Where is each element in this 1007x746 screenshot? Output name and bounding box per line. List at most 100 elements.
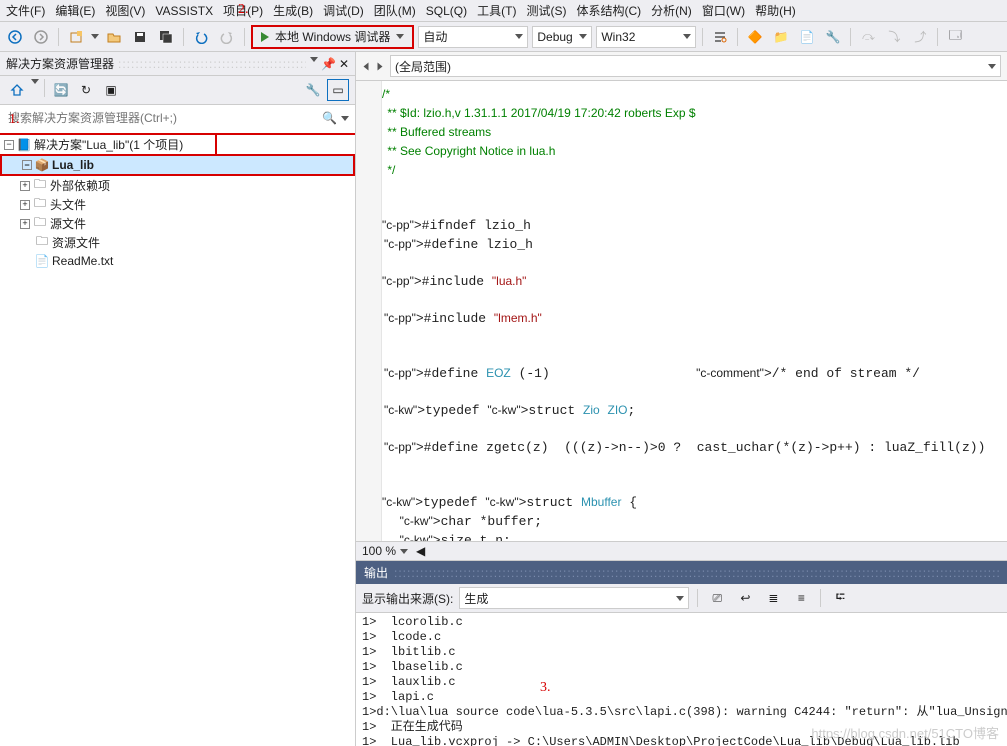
menu-team[interactable]: 团队(M) xyxy=(374,2,416,19)
toggle-wrap-button[interactable]: ↩ xyxy=(734,587,756,609)
debug-target-dropdown[interactable]: 本地 Windows 调试器 xyxy=(251,25,414,49)
expander-icon[interactable]: − xyxy=(22,160,32,170)
output-tool-4[interactable]: ≡ xyxy=(790,587,812,609)
folder-icon: 🗀 xyxy=(32,178,48,194)
folder-icon: 🗀 xyxy=(32,197,48,213)
find-button[interactable] xyxy=(709,26,731,48)
search-box[interactable]: 🔍 xyxy=(0,105,355,131)
toolbar-separator xyxy=(737,28,738,46)
save-all-button[interactable] xyxy=(155,26,177,48)
search-icon[interactable]: 🔍 xyxy=(322,111,337,125)
tree-headers[interactable]: + 🗀 头文件 xyxy=(0,195,355,214)
annotation-2: 2. xyxy=(238,2,249,18)
scope-dropdown[interactable]: (全局范围) xyxy=(390,55,1001,77)
menu-build[interactable]: 生成(B) xyxy=(273,2,313,19)
code-gutter xyxy=(356,81,382,541)
nav-back-button[interactable] xyxy=(4,26,26,48)
code-text[interactable]: -/* ** $Id: lzio.h,v 1.31.1.1 2017/04/19… xyxy=(384,85,1007,541)
toolbar-separator xyxy=(820,589,821,607)
menu-arch[interactable]: 体系结构(C) xyxy=(576,2,641,19)
clear-output-button[interactable]: ⎚ xyxy=(706,587,728,609)
caret-icon[interactable] xyxy=(341,116,349,121)
menu-file[interactable]: 文件(F) xyxy=(6,2,45,19)
menu-view[interactable]: 视图(V) xyxy=(105,2,145,19)
panel-menu-caret[interactable] xyxy=(310,57,318,62)
project-icon: 📦 xyxy=(34,157,50,173)
folder-icon: 🗀 xyxy=(32,216,48,232)
solution-tree[interactable]: − 📘 解决方案"Lua_lib"(1 个项目) − 📦 Lua_lib + 🗀… xyxy=(0,131,355,746)
menu-edit[interactable]: 编辑(E) xyxy=(55,2,95,19)
home-button[interactable] xyxy=(6,79,28,101)
output-tool-5[interactable]: ⮓ xyxy=(829,587,851,609)
expander-icon[interactable]: + xyxy=(20,181,30,191)
caret-icon[interactable] xyxy=(400,549,408,554)
step-into-button[interactable]: ⤵ xyxy=(883,26,905,48)
config-label: Debug xyxy=(537,30,572,44)
preview-button[interactable]: ▭ xyxy=(327,79,349,101)
nav-right-icon[interactable] xyxy=(378,62,383,70)
panel-grip: ::::::::::::::::::::::::::::::::::::::::… xyxy=(394,566,999,580)
output-titlebar[interactable]: 输出 :::::::::::::::::::::::::::::::::::::… xyxy=(356,561,1007,584)
menu-window[interactable]: 窗口(W) xyxy=(702,2,745,19)
menu-debug[interactable]: 调试(D) xyxy=(323,2,364,19)
output-text[interactable]: 1> lcorolib.c 1> lcode.c 1> lbitlib.c 1>… xyxy=(356,613,1007,746)
close-icon[interactable]: ✕ xyxy=(339,57,349,71)
nav-forward-button[interactable] xyxy=(30,26,52,48)
tree-sources[interactable]: + 🗀 源文件 xyxy=(0,214,355,233)
menu-tools[interactable]: 工具(T) xyxy=(477,2,516,19)
undo-button[interactable] xyxy=(190,26,212,48)
properties-button[interactable]: 🔧 xyxy=(302,79,324,101)
zoom-label[interactable]: 100 % xyxy=(362,544,396,558)
code-editor[interactable]: -/* ** $Id: lzio.h,v 1.31.1.1 2017/04/19… xyxy=(356,81,1007,541)
tree-resources[interactable]: 🗀 资源文件 xyxy=(0,233,355,252)
menu-test[interactable]: 测试(S) xyxy=(526,2,566,19)
open-file-button[interactable] xyxy=(103,26,125,48)
auto-dropdown[interactable]: 自动 xyxy=(418,26,528,48)
search-input[interactable] xyxy=(6,109,322,127)
output-tool-3[interactable]: ≣ xyxy=(762,587,784,609)
sync-button[interactable]: 🔄 xyxy=(50,79,72,101)
menu-vassistx[interactable]: VASSISTX xyxy=(155,4,213,18)
headers-label: 头文件 xyxy=(50,196,86,213)
panel-grip: ::::::::::::::::::::::::::::::::::::::::… xyxy=(118,57,306,71)
step-over-button[interactable]: ⤼ xyxy=(857,26,879,48)
toolbar-separator xyxy=(702,28,703,46)
menu-sql[interactable]: SQL(Q) xyxy=(426,4,467,18)
tree-readme[interactable]: 📄 ReadMe.txt xyxy=(0,252,355,270)
expander-icon[interactable]: + xyxy=(20,200,30,210)
solution-label: 解决方案"Lua_lib"(1 个项目) xyxy=(34,136,183,153)
caret-icon[interactable] xyxy=(91,34,99,39)
step-out-button[interactable]: ⤴ xyxy=(909,26,931,48)
new-project-button[interactable] xyxy=(65,26,87,48)
redo-button[interactable] xyxy=(216,26,238,48)
caret-icon[interactable] xyxy=(31,79,39,84)
show-all-button[interactable]: ▣ xyxy=(100,79,122,101)
refresh-button[interactable]: ↻ xyxy=(75,79,97,101)
tree-solution-node[interactable]: − 📘 解决方案"Lua_lib"(1 个项目) xyxy=(0,133,355,154)
tool-icon-2[interactable]: 📁 xyxy=(770,26,792,48)
nav-left-icon[interactable] xyxy=(364,62,369,70)
tree-ext-deps[interactable]: + 🗀 外部依赖项 xyxy=(0,176,355,195)
tool-icon-1[interactable]: 🔶 xyxy=(744,26,766,48)
expander-icon[interactable]: − xyxy=(4,140,14,150)
caret-icon xyxy=(676,596,684,601)
auto-label: 自动 xyxy=(423,28,447,45)
split-left-icon[interactable]: ◀ xyxy=(416,544,425,558)
output-source-dropdown[interactable]: 生成 xyxy=(459,587,689,609)
platform-dropdown[interactable]: Win32 xyxy=(596,26,696,48)
tool-icon-3[interactable]: 📄 xyxy=(796,26,818,48)
toolbar-separator xyxy=(58,28,59,46)
config-dropdown[interactable]: Debug xyxy=(532,26,592,48)
pin-icon[interactable]: 📌 xyxy=(321,57,336,71)
file-icon: 📄 xyxy=(34,253,50,269)
menu-help[interactable]: 帮助(H) xyxy=(755,2,796,19)
folder-icon: 🗀 xyxy=(34,235,50,251)
panel-titlebar: 解决方案资源管理器 ::::::::::::::::::::::::::::::… xyxy=(0,52,355,76)
tree-project-node[interactable]: − 📦 Lua_lib xyxy=(0,154,355,176)
tool-icon-4[interactable]: 🔧 xyxy=(822,26,844,48)
menu-analyze[interactable]: 分析(N) xyxy=(651,2,692,19)
tool-icon-5[interactable]: 🗔 xyxy=(944,26,966,48)
play-icon xyxy=(261,32,269,42)
save-button[interactable] xyxy=(129,26,151,48)
expander-icon[interactable]: + xyxy=(20,219,30,229)
